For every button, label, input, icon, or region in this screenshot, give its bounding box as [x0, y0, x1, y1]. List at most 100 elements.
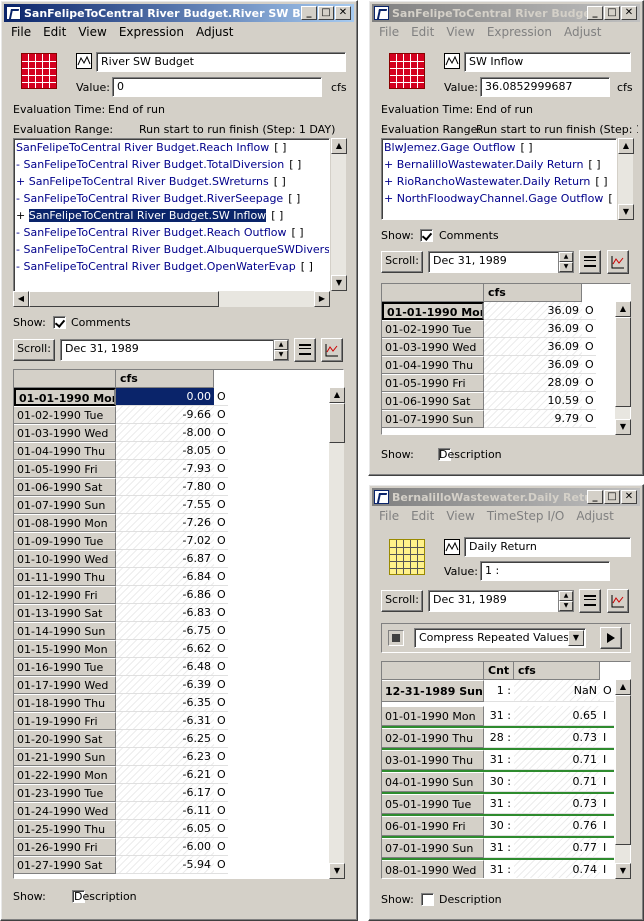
close-button[interactable]: ✕	[335, 6, 351, 20]
minimize-button[interactable]: _	[301, 6, 317, 20]
column-header-cnt[interactable]: Cnt	[484, 662, 514, 680]
scroll-date-field[interactable]: Dec 31, 1989	[60, 339, 275, 361]
table-vscrollbar[interactable]: ▲ ▼	[614, 679, 631, 879]
row-value[interactable]: 0.76	[514, 816, 600, 836]
scroll-date-field[interactable]: Dec 31, 1989	[428, 590, 560, 612]
table-row[interactable]: 06-01-1990 Fri 30 :0.76 I	[382, 816, 614, 838]
scroll-down-button[interactable]: ▼	[615, 863, 631, 879]
row-value[interactable]: -7.55	[116, 496, 214, 514]
row-value[interactable]: 0.71	[514, 750, 600, 770]
hscroll-thumb[interactable]	[29, 291, 219, 307]
expression-list[interactable]: SanFelipeToCentral River Budget.Reach In…	[13, 138, 330, 307]
table-row[interactable]: 01-01-1990 Mon 0.00 O	[14, 388, 228, 406]
title-bar[interactable]: SanFelipeToCentral River Budget.SW Inflo…	[372, 4, 640, 22]
date-spinner[interactable]: ▲ ▼	[558, 590, 574, 612]
spin-up-button[interactable]: ▲	[274, 340, 288, 350]
menu-edit[interactable]: Edit	[37, 25, 72, 39]
table-row[interactable]: 02-01-1990 Thu 28 :0.73 I	[382, 728, 614, 750]
scroll-up-button[interactable]: ▲	[615, 679, 631, 695]
row-value[interactable]: -6.48	[116, 658, 214, 676]
timeseries-table[interactable]: cfs 01-01-1990 Mon 36.09 O 01-02-1990 Tue 36…	[381, 283, 631, 435]
table-row[interactable]: 01-22-1990 Mon -6.21 O	[14, 766, 228, 784]
table-row[interactable]: 01-26-1990 Fri -6.00 O	[14, 838, 228, 856]
scroll-left-button[interactable]: ◀	[13, 291, 29, 307]
table-row[interactable]: 01-17-1990 Wed -6.39 O	[14, 676, 228, 694]
row-value[interactable]: 36.09	[484, 356, 582, 374]
plot-button[interactable]	[607, 589, 629, 613]
table-row[interactable]: 01-02-1990 Tue -9.66 O	[14, 406, 228, 424]
row-value[interactable]: 0.77	[514, 838, 600, 858]
menu-adjust[interactable]: Adjust	[190, 25, 240, 39]
table-row[interactable]: 01-03-1990 Wed -8.00 O	[14, 424, 228, 442]
table-row[interactable]: 01-06-1990 Sat 10.59 O	[382, 392, 596, 410]
expression-term[interactable]: - SanFelipeToCentral River Budget.Albuqu…	[14, 241, 329, 258]
table-row[interactable]: 01-08-1990 Mon -7.26 O	[14, 514, 228, 532]
play-button[interactable]	[600, 627, 622, 649]
vscroll-thumb[interactable]	[329, 403, 345, 443]
table-row[interactable]: 01-19-1990 Fri -6.31 O	[14, 712, 228, 730]
spin-up-button[interactable]: ▲	[559, 591, 573, 601]
list-view-button[interactable]	[579, 250, 601, 274]
scroll-up-button[interactable]: ▲	[329, 387, 345, 403]
expression-term[interactable]: + RioRanchoWastewater.Daily Return[ ]	[382, 173, 616, 190]
row-value[interactable]: -6.25	[116, 730, 214, 748]
table-row[interactable]: 01-25-1990 Thu -6.05 O	[14, 820, 228, 838]
table-vscrollbar[interactable]: ▲ ▼	[328, 387, 345, 879]
comments-checkbox[interactable]	[53, 315, 66, 329]
row-value[interactable]: 9.79	[484, 410, 582, 428]
row-value[interactable]: -7.93	[116, 460, 214, 478]
plot-button[interactable]	[321, 338, 343, 362]
table-row[interactable]: 08-01-1990 Wed 31 :0.74 I	[382, 860, 614, 878]
table-row[interactable]: 01-12-1990 Fri -6.86 O	[14, 586, 228, 604]
timeseries-table[interactable]: Cnt cfs 12-31-1989 Sun 1 : NaN O 01-01-1…	[381, 661, 631, 879]
table-row[interactable]: 03-01-1990 Thu 31 :0.71 I	[382, 750, 614, 772]
table-vscrollbar[interactable]: ▲ ▼	[614, 301, 631, 435]
date-spinner[interactable]: ▲ ▼	[273, 339, 289, 361]
scroll-up-button[interactable]: ▲	[615, 301, 631, 317]
table-row[interactable]: 07-01-1990 Sun 31 :0.77 I	[382, 838, 614, 860]
table-row[interactable]: 01-11-1990 Thu -6.84 O	[14, 568, 228, 586]
row-value[interactable]: -6.05	[116, 820, 214, 838]
table-row[interactable]: 01-23-1990 Tue -6.17 O	[14, 784, 228, 802]
scroll-up-button[interactable]: ▲	[618, 138, 634, 154]
value-field[interactable]: 1 :	[480, 561, 610, 581]
table-row[interactable]: 01-07-1990 Sun -7.55 O	[14, 496, 228, 514]
scroll-down-button[interactable]: ▼	[329, 863, 345, 879]
row-value[interactable]: -6.87	[116, 550, 214, 568]
row-value[interactable]: -6.75	[116, 622, 214, 640]
table-row[interactable]: 01-21-1990 Sun -6.23 O	[14, 748, 228, 766]
table-row[interactable]: 01-14-1990 Sun -6.75 O	[14, 622, 228, 640]
table-row-initial[interactable]: 12-31-1989 Sun 1 : NaN O	[382, 680, 614, 702]
row-count[interactable]: 31 :	[484, 750, 514, 770]
expression-term[interactable]: - SanFelipeToCentral River Budget.Reach …	[14, 224, 329, 241]
title-bar[interactable]: SanFelipeToCentral River Budget.River SW…	[4, 4, 354, 22]
row-value[interactable]: 36.09	[484, 320, 582, 338]
row-count[interactable]: 31 :	[484, 838, 514, 858]
maximize-button[interactable]: □	[604, 6, 620, 20]
scroll-down-button[interactable]: ▼	[615, 419, 631, 435]
menu-edit[interactable]: Edit	[405, 25, 440, 39]
row-value[interactable]: -8.00	[116, 424, 214, 442]
row-value[interactable]: -7.26	[116, 514, 214, 532]
row-value[interactable]: NaN	[514, 680, 600, 702]
row-value[interactable]: -6.84	[116, 568, 214, 586]
row-value[interactable]: 0.65	[514, 706, 600, 726]
menu-adjust[interactable]: Adjust	[570, 509, 620, 523]
row-count[interactable]: 28 :	[484, 728, 514, 748]
row-value[interactable]: -6.00	[116, 838, 214, 856]
expression-term[interactable]: + SanFelipeToCentral River Budget.SWretu…	[14, 173, 329, 190]
table-row[interactable]: 01-03-1990 Wed 36.09 O	[382, 338, 596, 356]
spin-down-button[interactable]: ▼	[274, 350, 288, 360]
close-button[interactable]: ✕	[621, 6, 637, 20]
row-value[interactable]: 0.74	[514, 860, 600, 878]
scroll-up-button[interactable]: ▲	[331, 138, 347, 154]
table-row[interactable]: 01-24-1990 Wed -6.11 O	[14, 802, 228, 820]
menu-edit[interactable]: Edit	[405, 509, 440, 523]
plot-button[interactable]	[607, 250, 629, 274]
row-value[interactable]: -5.94	[116, 856, 214, 874]
expression-term[interactable]: SanFelipeToCentral River Budget.Reach In…	[14, 139, 329, 156]
value-field[interactable]: 0	[112, 77, 322, 97]
menu-view[interactable]: View	[72, 25, 112, 39]
list-view-button[interactable]	[579, 589, 601, 613]
table-row[interactable]: 01-18-1990 Thu -6.35 O	[14, 694, 228, 712]
